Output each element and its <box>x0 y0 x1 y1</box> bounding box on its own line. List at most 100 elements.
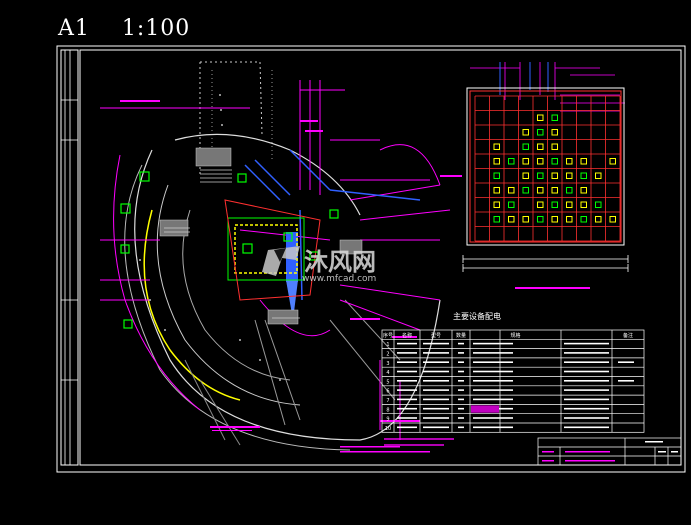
binding-strip <box>60 49 79 466</box>
table-cell-text <box>564 389 609 391</box>
table-cell-text <box>397 389 417 391</box>
table-cell-text <box>458 426 464 429</box>
table-row-number: 3 <box>386 361 389 367</box>
table-cell-text <box>423 342 449 345</box>
table-cell-text <box>564 342 609 345</box>
grid-cell-marker <box>537 143 544 150</box>
grid-cell-marker <box>522 172 529 179</box>
table-cell-text <box>458 380 464 382</box>
table-cell-text <box>473 417 513 419</box>
table-header-cell: 规格 <box>510 332 520 339</box>
grid-cell-marker <box>551 114 558 121</box>
table-row-number: 4 <box>386 370 389 376</box>
grid-cell-marker <box>566 201 573 208</box>
grid-cell-marker <box>595 172 602 179</box>
grid-cell-marker <box>522 216 529 223</box>
grid-cell-marker <box>551 201 558 208</box>
table-row-number: 8 <box>386 407 389 413</box>
table-cell-text <box>423 370 449 373</box>
grid-cell-marker <box>551 216 558 223</box>
watermark: 沐风网 www.mfcad.com <box>262 246 376 284</box>
table-cell-text <box>458 370 464 373</box>
table-cell-text <box>458 361 464 363</box>
grid-cell-marker <box>537 172 544 179</box>
table-cell-text <box>564 361 609 363</box>
table-cell-text <box>397 352 417 354</box>
table-row-number: 2 <box>386 352 389 358</box>
table-cell-text <box>423 361 449 363</box>
grid-cell-marker <box>537 187 544 194</box>
grid-cell-marker <box>537 129 544 136</box>
table-row-number: 9 <box>386 417 389 423</box>
table-cell-text <box>473 426 513 429</box>
grid-cell-marker <box>580 216 587 223</box>
grid-cell-marker <box>580 201 587 208</box>
grid-cell-marker <box>522 158 529 165</box>
table-row-number: 7 <box>386 398 389 404</box>
table-cell-text <box>564 407 609 410</box>
table-cell-text <box>397 342 417 345</box>
cad-drawing: 主要设备配电 序号 名称 型号 数量 规格 备注 1 2 3 4 5 6 7 8 9 10 沐风网 www.… <box>56 45 686 473</box>
table-cell-text <box>564 380 609 382</box>
yellow-arc <box>143 209 241 401</box>
grid-cell-marker <box>508 216 515 223</box>
table-cell-text <box>458 417 464 419</box>
table-header-cell: 名称 <box>402 332 412 339</box>
table-cell-text <box>397 361 417 363</box>
table-row-number: 6 <box>386 389 389 395</box>
table-note-text <box>618 380 634 382</box>
table-cell-text <box>423 389 449 391</box>
table-footnote <box>384 444 444 446</box>
table-cell-text <box>564 417 609 419</box>
table-cell-text <box>423 380 449 382</box>
table-header-cell: 数量 <box>456 332 466 339</box>
grid-cell-marker <box>508 201 515 208</box>
table-cell-text <box>423 352 449 354</box>
grid-cell-marker <box>609 158 616 165</box>
table-cell-text <box>458 342 464 345</box>
equipment-table-title: 主要设备配电 <box>453 311 501 321</box>
table-cell-text <box>564 426 609 429</box>
grid-cell-marker <box>522 129 529 136</box>
table-cell-text <box>397 380 417 382</box>
grid-cell-marker <box>551 187 558 194</box>
table-cell-text <box>397 426 417 429</box>
grid-cell-marker <box>493 158 500 165</box>
grid-cell-marker <box>522 187 529 194</box>
table-row-number: 10 <box>385 426 391 432</box>
table-cell-text <box>458 407 464 410</box>
grid-cell-marker <box>537 114 544 121</box>
table-header-cell: 型号 <box>431 332 441 339</box>
grid-cell-marker <box>493 187 500 194</box>
table-cell-text <box>473 398 513 401</box>
table-cell-text <box>397 417 417 419</box>
grid-cell-marker <box>493 216 500 223</box>
table-cell-text <box>473 389 513 391</box>
grid-cell-marker <box>566 187 573 194</box>
equipment-grid-detail <box>462 62 629 289</box>
table-cell-text <box>564 352 609 354</box>
table-cell-text <box>397 370 417 373</box>
grid-cell-marker <box>595 201 602 208</box>
grid-cell-marker <box>493 172 500 179</box>
table-cell-text <box>473 342 513 345</box>
table-cell-text <box>423 407 449 410</box>
table-header-cell: 序号 <box>383 332 393 339</box>
grid-cell-marker <box>566 158 573 165</box>
table-note-text <box>618 361 634 363</box>
grid-cell-marker <box>537 201 544 208</box>
table-footnote <box>384 438 454 440</box>
table-cell-text <box>423 417 449 419</box>
grid-cell-marker <box>493 201 500 208</box>
table-cell-text <box>564 370 609 373</box>
grid-cell-marker <box>537 216 544 223</box>
table-cell-text <box>397 398 417 401</box>
grid-cell-marker <box>537 158 544 165</box>
table-cell-text <box>397 407 417 410</box>
grid-cell-marker <box>595 216 602 223</box>
grid-cell-marker <box>551 143 558 150</box>
grid-cell-marker <box>508 187 515 194</box>
table-cell-text <box>458 398 464 401</box>
grid-cell-marker <box>551 172 558 179</box>
equipment-table: 主要设备配电 序号 名称 型号 数量 规格 备注 1 2 3 4 5 6 7 8 9 10 <box>381 311 645 446</box>
